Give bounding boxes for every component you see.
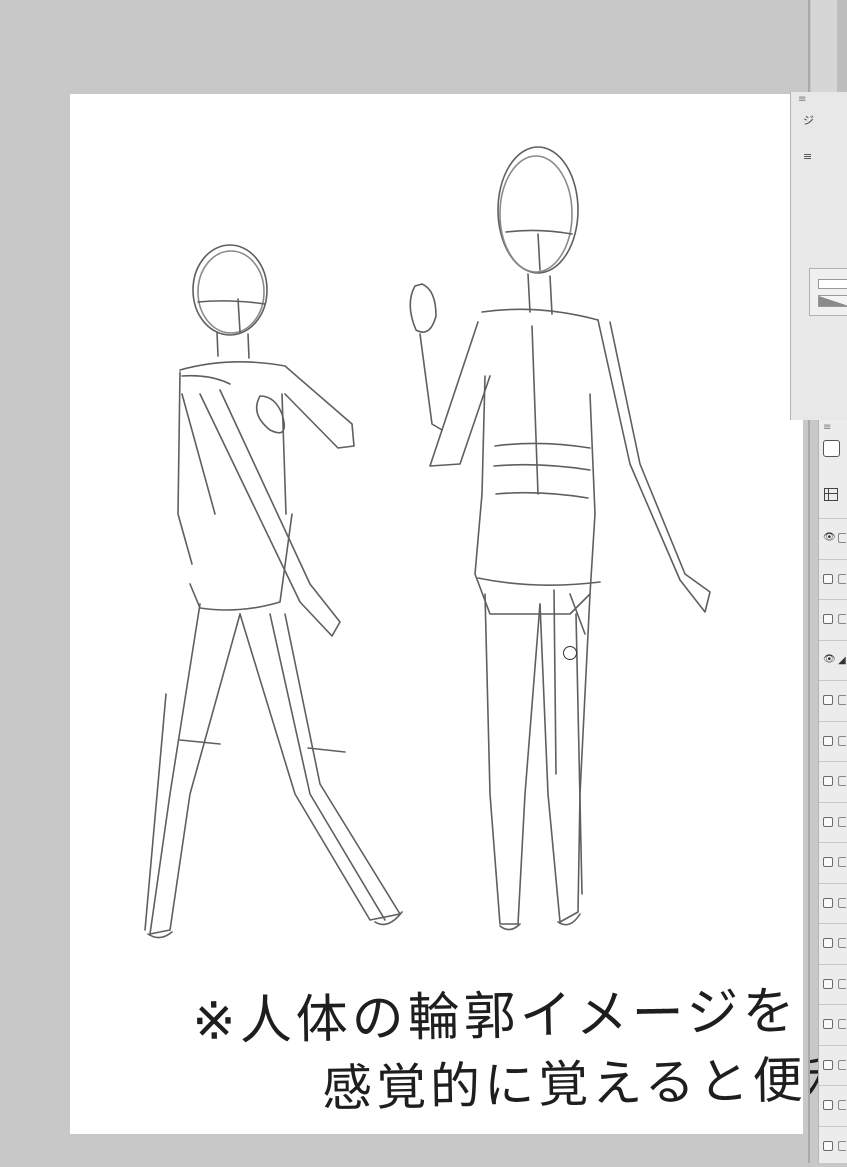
layer-thumbnail — [838, 736, 846, 746]
layer-thumbnail — [838, 898, 846, 908]
opacity-slider[interactable] — [818, 279, 847, 289]
left-figure-sketch — [144, 244, 403, 939]
layer-row[interactable] — [819, 599, 847, 640]
visibility-toggle[interactable] — [823, 1060, 833, 1070]
layer-panel-grip-icon[interactable]: ≡ — [823, 422, 831, 433]
eye-icon[interactable]: 👁 — [823, 655, 836, 665]
layer-thumbnail — [838, 857, 846, 867]
layer-row[interactable] — [819, 842, 847, 883]
drawing-canvas-area[interactable]: ※人体の輪郭イメージを 感覚的に覚えると便利 — [0, 0, 847, 1163]
layer-row[interactable] — [819, 761, 847, 802]
layer-thumbnail — [838, 1060, 846, 1070]
layer-thumbnail — [838, 695, 846, 705]
layer-thumbnail — [838, 776, 846, 786]
visibility-toggle[interactable] — [823, 1141, 833, 1151]
visibility-toggle[interactable] — [823, 857, 833, 867]
pen-icon: ◢ — [838, 655, 846, 666]
visibility-toggle[interactable] — [823, 817, 833, 827]
tool-icon-1[interactable]: ジ — [803, 112, 814, 128]
layer-row[interactable] — [819, 1004, 847, 1045]
layer-thumbnail — [838, 574, 846, 584]
layer-row[interactable] — [819, 923, 847, 964]
new-layer-checkbox[interactable] — [823, 440, 840, 457]
tool-icon-2[interactable]: ≡ — [803, 150, 812, 163]
layer-row[interactable] — [819, 802, 847, 843]
layer-row[interactable] — [819, 964, 847, 1005]
layer-thumbnail — [838, 938, 846, 948]
layer-row[interactable] — [819, 680, 847, 721]
panel-grip-icon[interactable]: ≡ — [798, 94, 806, 105]
visibility-toggle[interactable] — [823, 776, 833, 786]
visibility-toggle[interactable] — [823, 1100, 833, 1110]
layer-row[interactable] — [819, 1085, 847, 1126]
layer-panel: ≡ 👁 👁 ◢ — [818, 420, 847, 1163]
visibility-toggle[interactable] — [823, 614, 833, 624]
caption-line-2: 感覚的に覚えると便利 — [321, 1050, 847, 1118]
visibility-toggle[interactable] — [823, 898, 833, 908]
eye-icon[interactable]: 👁 — [823, 533, 836, 543]
brush-cursor-icon — [563, 646, 577, 660]
visibility-toggle[interactable] — [823, 695, 833, 705]
layer-row[interactable]: 👁 — [819, 518, 847, 559]
layer-row[interactable] — [819, 883, 847, 924]
brush-slider-panel — [809, 268, 847, 316]
visibility-toggle[interactable] — [823, 979, 833, 989]
drawing-paper[interactable]: ※人体の輪郭イメージを 感覚的に覚えると便利 — [70, 94, 847, 1134]
layer-list-icon[interactable] — [824, 488, 838, 501]
layer-row[interactable]: 👁 ◢ — [819, 640, 847, 681]
layer-thumbnail — [838, 533, 846, 543]
visibility-toggle[interactable] — [823, 736, 833, 746]
layer-thumbnail — [838, 1141, 846, 1151]
tool-property-panel: ≡ ジ ≡ — [790, 92, 847, 420]
layer-row[interactable] — [819, 1045, 847, 1086]
size-slider[interactable] — [818, 295, 847, 307]
layer-row[interactable] — [819, 1126, 847, 1167]
layer-thumbnail — [838, 1019, 846, 1029]
layer-thumbnail — [838, 1100, 846, 1110]
visibility-toggle[interactable] — [823, 574, 833, 584]
visibility-toggle[interactable] — [823, 1019, 833, 1029]
visibility-toggle[interactable] — [823, 938, 833, 948]
layer-thumbnail — [838, 817, 846, 827]
layer-row[interactable] — [819, 721, 847, 762]
layer-thumbnail — [838, 979, 846, 989]
layer-row[interactable] — [819, 559, 847, 600]
layer-thumbnail — [838, 614, 846, 624]
right-figure-sketch — [409, 146, 711, 931]
